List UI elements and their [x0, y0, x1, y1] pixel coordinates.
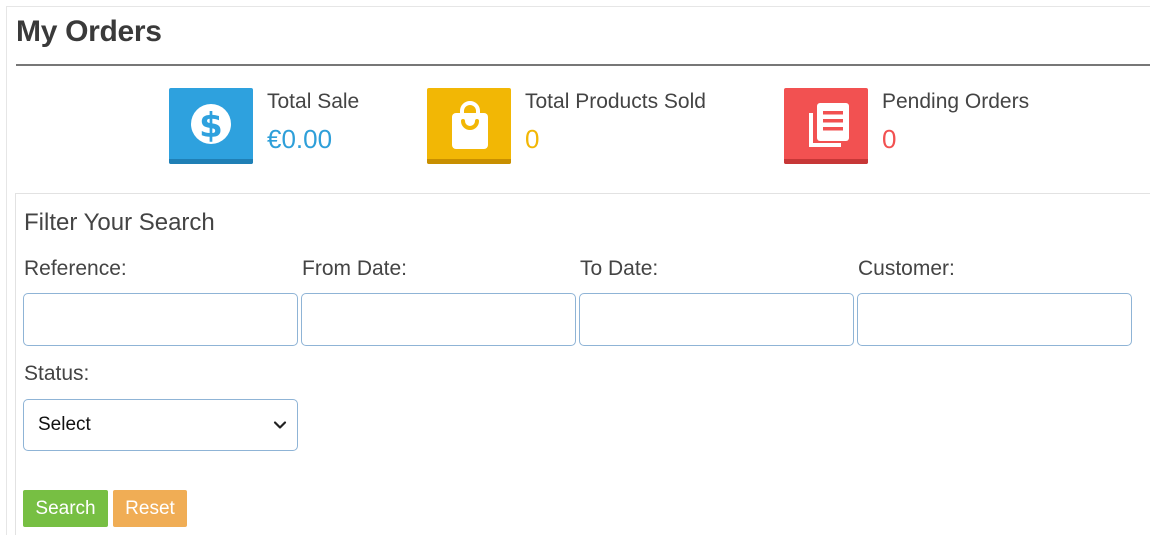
status-selected-value: Select	[38, 414, 91, 435]
filter-title: Filter Your Search	[24, 209, 215, 236]
stat-value: 0	[882, 124, 897, 154]
stat-label: Total Products Sold	[525, 90, 706, 113]
chevron-down-icon	[273, 421, 287, 429]
stat-value: 0	[525, 124, 540, 154]
reference-input[interactable]	[23, 293, 298, 346]
from-date-label: From Date:	[302, 257, 408, 280]
stat-value: €0.00	[267, 124, 333, 154]
from-date-input[interactable]	[301, 293, 576, 346]
shopping-bag-icon	[452, 101, 488, 149]
title-divider	[16, 64, 1150, 66]
stat-tile	[427, 88, 511, 164]
to-date-input[interactable]	[579, 293, 854, 346]
dollar-icon: $	[191, 104, 231, 146]
filter-panel	[15, 193, 1150, 535]
svg-text:$: $	[199, 106, 223, 146]
customer-label: Customer:	[858, 257, 955, 280]
stat-label: Total Sale	[267, 90, 360, 113]
reference-label: Reference:	[24, 257, 127, 280]
customer-input[interactable]	[857, 293, 1132, 346]
stat-label: Pending Orders	[882, 90, 1030, 113]
search-button[interactable]: Search	[23, 490, 108, 527]
to-date-label: To Date:	[580, 257, 659, 280]
page-title: My Orders	[16, 15, 162, 48]
stat-tile	[784, 88, 868, 164]
orders-list-icon	[809, 103, 849, 147]
reset-button[interactable]: Reset	[113, 490, 187, 527]
stat-tile: $	[169, 88, 253, 164]
status-select[interactable]: Select	[23, 399, 298, 451]
status-label: Status:	[24, 362, 90, 385]
